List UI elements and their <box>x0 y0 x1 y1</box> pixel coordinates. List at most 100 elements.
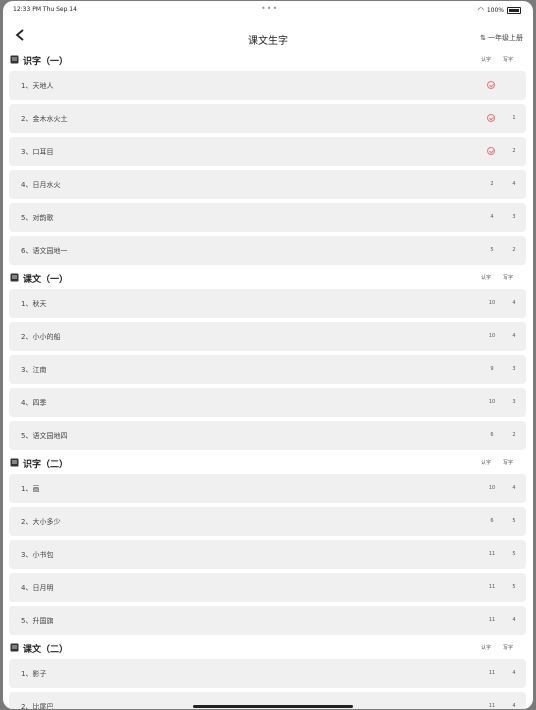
multitask-dots[interactable]: ••• <box>261 4 278 13</box>
battery-icon <box>507 6 521 14</box>
lesson-label: 5、升国旗 <box>21 617 54 625</box>
lesson-label: 2、小小的船 <box>21 333 61 341</box>
column-recognize: 认字 <box>481 275 492 281</box>
recognize-count: 11 <box>488 703 496 709</box>
book-icon <box>10 55 19 64</box>
lesson-row[interactable]: 1、天地人 <box>9 71 526 100</box>
book-icon <box>10 273 19 282</box>
lesson-row[interactable]: 1、画 10 4 <box>9 474 526 503</box>
wifi-icon: ◠ <box>477 6 484 14</box>
section-header: 识字（一） 认字 写字 <box>3 51 533 71</box>
lesson-label: 3、小书包 <box>21 551 54 559</box>
lesson-label: 3、江南 <box>21 366 47 374</box>
lesson-row[interactable]: 3、口耳目 2 <box>9 137 526 166</box>
book-icon <box>10 643 19 652</box>
lesson-label: 4、日月明 <box>21 584 54 592</box>
recognize-count: 11 <box>488 670 496 676</box>
check-circle-icon <box>487 81 495 89</box>
lesson-list: 识字（一） 认字 写字 1、天地人 2、金木水火土 1 3、口耳目 2 4、日月水火 2 4 5、对韵… <box>3 51 533 709</box>
lesson-row[interactable]: 1、秋天 10 4 <box>9 289 526 318</box>
lesson-row[interactable]: 4、日月明 11 5 <box>9 573 526 602</box>
lesson-row[interactable]: 1、影子 11 4 <box>9 659 526 688</box>
check-circle-icon <box>487 114 495 122</box>
section-title: 识字（一） <box>23 57 69 67</box>
lesson-row[interactable]: 4、日月水火 2 4 <box>9 170 526 199</box>
recognize-count: 6 <box>490 518 494 524</box>
lesson-label: 4、四季 <box>21 399 47 407</box>
lesson-label: 2、比尾巴 <box>21 703 54 709</box>
lesson-label: 2、大小多少 <box>21 518 61 526</box>
write-count: 4 <box>512 703 516 709</box>
recognize-count: 6 <box>490 432 494 438</box>
status-time: 12:33 PM Thu Sep 14 <box>13 6 77 13</box>
recognize-count: 4 <box>490 214 494 220</box>
write-count: 2 <box>512 247 516 253</box>
recognize-count: 10 <box>488 399 496 405</box>
write-count: 4 <box>512 181 516 187</box>
check-circle-icon <box>487 147 495 155</box>
write-count: 4 <box>512 670 516 676</box>
lesson-label: 1、天地人 <box>21 82 54 90</box>
recognize-count: 2 <box>490 181 494 187</box>
write-count: 4 <box>512 617 516 623</box>
lesson-label: 5、对韵歌 <box>21 214 54 222</box>
write-count: 4 <box>512 333 516 339</box>
section-header: 识字（二） 认字 写字 <box>3 454 533 474</box>
column-write: 写字 <box>503 460 514 466</box>
recognize-count: 11 <box>488 617 496 623</box>
column-write: 写字 <box>503 645 514 651</box>
nav-bar: 课文生字 ⇅ 一年级上册 <box>3 23 533 49</box>
section-header: 课文（二） 认字 写字 <box>3 639 533 659</box>
lesson-label: 1、画 <box>21 485 40 493</box>
lesson-label: 5、语文园地四 <box>21 432 68 440</box>
lesson-label: 1、秋天 <box>21 300 47 308</box>
write-count: 3 <box>512 399 516 405</box>
status-bar: 12:33 PM Thu Sep 14 ••• ◠ 100% <box>3 1 533 17</box>
lesson-label: 4、日月水火 <box>21 181 61 189</box>
recognize-count: 11 <box>488 584 496 590</box>
swap-icon: ⇅ <box>480 34 486 42</box>
page-title: 课文生字 <box>248 36 288 47</box>
lesson-row[interactable]: 5、对韵歌 4 3 <box>9 203 526 232</box>
write-count: 5 <box>512 518 516 524</box>
write-count: 4 <box>512 300 516 306</box>
lesson-row[interactable]: 2、金木水火土 1 <box>9 104 526 133</box>
recognize-count: 10 <box>488 300 496 306</box>
lesson-label: 2、金木水火土 <box>21 115 68 123</box>
lesson-row[interactable]: 6、语文园地一 5 2 <box>9 236 526 265</box>
recognize-count: 5 <box>490 247 494 253</box>
write-count: 3 <box>512 366 516 372</box>
app-screen: 12:33 PM Thu Sep 14 ••• ◠ 100% 课文生字 ⇅ 一年… <box>3 1 533 709</box>
lesson-row[interactable]: 2、大小多少 6 5 <box>9 507 526 536</box>
write-count: 4 <box>512 485 516 491</box>
write-count: 5 <box>512 551 516 557</box>
section-title: 识字（二） <box>23 460 69 470</box>
column-write: 写字 <box>503 57 514 63</box>
lesson-row[interactable]: 2、小小的船 10 4 <box>9 322 526 351</box>
column-recognize: 认字 <box>481 57 492 63</box>
lesson-row[interactable]: 5、升国旗 11 4 <box>9 606 526 635</box>
section-header: 课文（一） 认字 写字 <box>3 269 533 289</box>
lesson-row[interactable]: 3、小书包 11 5 <box>9 540 526 569</box>
write-count: 1 <box>512 115 516 121</box>
book-icon <box>10 458 19 467</box>
recognize-count: 11 <box>488 551 496 557</box>
lesson-row[interactable]: 5、语文园地四 6 2 <box>9 421 526 450</box>
lesson-row[interactable]: 3、江南 9 3 <box>9 355 526 384</box>
lesson-label: 6、语文园地一 <box>21 247 68 255</box>
column-write: 写字 <box>503 275 514 281</box>
lesson-row[interactable]: 4、四季 10 3 <box>9 388 526 417</box>
write-count: 3 <box>512 214 516 220</box>
grade-selector[interactable]: ⇅ 一年级上册 <box>480 33 523 43</box>
lesson-label: 1、影子 <box>21 670 47 678</box>
lesson-label: 3、口耳目 <box>21 148 54 156</box>
column-recognize: 认字 <box>481 645 492 651</box>
recognize-count: 9 <box>490 366 494 372</box>
home-indicator[interactable] <box>193 705 353 708</box>
battery-percent: 100% <box>486 6 504 14</box>
status-right: ◠ 100% <box>478 6 521 14</box>
write-count: 5 <box>512 584 516 590</box>
recognize-count: 10 <box>488 485 496 491</box>
grade-label: 一年级上册 <box>488 34 523 42</box>
write-count: 2 <box>512 432 516 438</box>
